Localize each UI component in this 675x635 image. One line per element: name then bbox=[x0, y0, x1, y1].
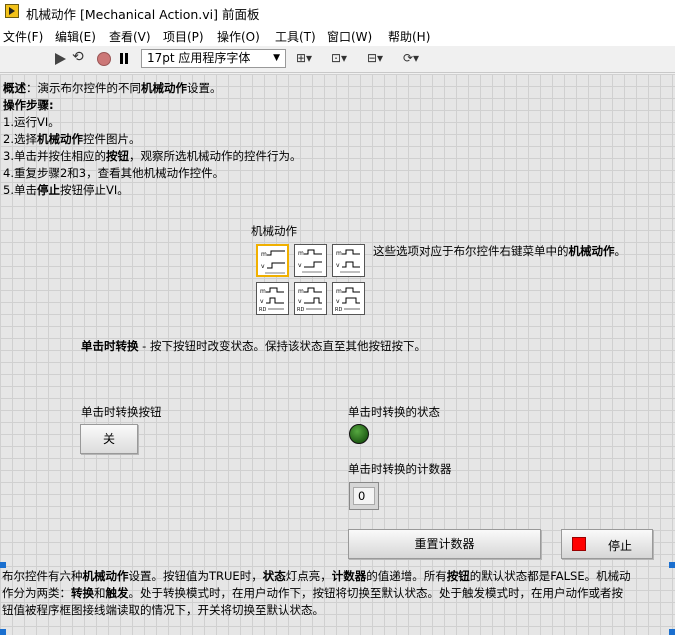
latch-when-released-icon[interactable]: m v RD bbox=[294, 282, 327, 315]
svg-text:v: v bbox=[298, 262, 302, 269]
step-5: 5.单击停止按钮停止VI。 bbox=[3, 183, 129, 197]
switch-when-pressed-button[interactable]: 关 bbox=[80, 424, 138, 454]
distribute-objects-icon[interactable]: ⊡▾ bbox=[331, 51, 347, 67]
svg-text:RD: RD bbox=[297, 307, 304, 313]
menu-window[interactable]: 窗口(W) bbox=[327, 28, 372, 45]
selection-handle-icon[interactable] bbox=[0, 629, 6, 635]
title-bar: 机械动作 [Mechanical Action.vi] 前面板 bbox=[0, 0, 675, 24]
menu-help[interactable]: 帮助(H) bbox=[388, 28, 430, 45]
switch-until-released-icon[interactable]: mv bbox=[332, 244, 365, 277]
counter-value: 0 bbox=[353, 487, 375, 505]
menu-operate[interactable]: 操作(O) bbox=[217, 28, 260, 45]
run-icon[interactable] bbox=[52, 50, 68, 68]
menu-view[interactable]: 查看(V) bbox=[109, 28, 151, 45]
font-select[interactable]: 17pt 应用程序字体 ▼ bbox=[141, 49, 286, 68]
svg-text:v: v bbox=[336, 298, 340, 305]
svg-text:RD: RD bbox=[335, 307, 342, 313]
window-title: 机械动作 [Mechanical Action.vi] 前面板 bbox=[26, 7, 260, 22]
svg-text:v: v bbox=[336, 262, 340, 269]
resize-objects-icon[interactable]: ⊟▾ bbox=[367, 51, 383, 67]
align-objects-icon[interactable]: ⊞▾ bbox=[296, 51, 312, 67]
front-panel: 概述：演示布尔控件的不同机械动作设置。 操作步骤: 1.运行VI。 2.选择机械… bbox=[0, 74, 675, 635]
svg-text:m: m bbox=[298, 288, 304, 295]
counter-indicator: 0 bbox=[349, 482, 379, 510]
selection-handle-icon[interactable] bbox=[0, 562, 6, 568]
stop-icon bbox=[572, 537, 586, 551]
reorder-icon[interactable]: ⟳▾ bbox=[403, 51, 419, 67]
svg-text:m: m bbox=[336, 250, 342, 257]
step-2: 2.选择机械动作控件图片。 bbox=[3, 132, 141, 146]
pause-icon[interactable] bbox=[118, 53, 130, 65]
step-1: 1.运行VI。 bbox=[3, 115, 60, 129]
selection-handle-icon[interactable] bbox=[669, 629, 675, 635]
menu-bar: 文件(F) 编辑(E) 查看(V) 项目(P) 操作(O) 工具(T) 窗口(W… bbox=[0, 24, 675, 46]
menu-project[interactable]: 项目(P) bbox=[163, 28, 204, 45]
state-indicator-label: 单击时转换的状态 bbox=[348, 405, 440, 419]
svg-text:m: m bbox=[298, 250, 304, 257]
footer-line-1: 布尔控件有六种机械动作设置。按钮值为TRUE时，状态灯点亮，计数器的值递增。所有… bbox=[2, 569, 631, 583]
selection-handle-icon[interactable] bbox=[669, 562, 675, 568]
svg-text:v: v bbox=[260, 298, 264, 305]
state-led-indicator bbox=[349, 424, 369, 444]
switch-when-released-icon[interactable]: mv bbox=[294, 244, 327, 277]
mechanical-action-label: 机械动作 bbox=[251, 224, 297, 238]
svg-text:v: v bbox=[298, 298, 302, 305]
overview-line: 概述：演示布尔控件的不同机械动作设置。 bbox=[3, 81, 222, 95]
switch-when-pressed-icon[interactable]: mv bbox=[256, 244, 289, 277]
svg-text:m: m bbox=[336, 288, 342, 295]
labview-vi-icon bbox=[5, 4, 19, 18]
counter-label: 单击时转换的计数器 bbox=[348, 462, 452, 476]
reset-counter-button[interactable]: 重置计数器 bbox=[348, 529, 541, 559]
font-select-value: 17pt 应用程序字体 bbox=[147, 51, 251, 65]
toolbar: ⟲ 17pt 应用程序字体 ▼ ⊞▾ ⊡▾ ⊟▾ ⟳▾ bbox=[0, 46, 675, 73]
step-4: 4.重复步骤2和3，查看其他机械动作控件。 bbox=[3, 166, 225, 180]
svg-text:m: m bbox=[261, 251, 267, 258]
step-3: 3.单击并按住相应的按钮，观察所选机械动作的控件行为。 bbox=[3, 149, 302, 163]
footer-line-2: 作分为两类：转换和触发。处于转换模式时，在用户动作下，按钮将切换至默认状态。处于… bbox=[2, 586, 623, 600]
mechanical-action-description: 这些选项对应于布尔控件右键菜单中的机械动作。 bbox=[373, 244, 626, 258]
run-continuously-icon[interactable]: ⟲ bbox=[72, 49, 90, 67]
abort-icon[interactable] bbox=[97, 52, 111, 66]
svg-text:v: v bbox=[261, 263, 265, 270]
svg-text:m: m bbox=[260, 288, 266, 295]
stop-button[interactable]: 停止 bbox=[561, 529, 653, 559]
menu-edit[interactable]: 编辑(E) bbox=[55, 28, 96, 45]
chevron-down-icon: ▼ bbox=[273, 53, 280, 63]
svg-text:RD: RD bbox=[259, 307, 266, 313]
steps-title: 操作步骤: bbox=[3, 98, 54, 112]
toggle-button-label: 单击时转换按钮 bbox=[81, 405, 162, 419]
footer-line-3: 钮值被程序框图接线端读取的情况下，开关将切换至默认状态。 bbox=[2, 603, 324, 617]
latch-when-pressed-icon[interactable]: m v RD bbox=[256, 282, 289, 315]
latch-until-released-icon[interactable]: m v RD bbox=[332, 282, 365, 315]
menu-tools[interactable]: 工具(T) bbox=[275, 28, 316, 45]
selected-action-description: 单击时转换 - 按下按钮时改变状态。保持该状态直至其他按钮按下。 bbox=[81, 339, 426, 353]
stop-button-label: 停止 bbox=[608, 539, 633, 553]
menu-file[interactable]: 文件(F) bbox=[3, 28, 43, 45]
